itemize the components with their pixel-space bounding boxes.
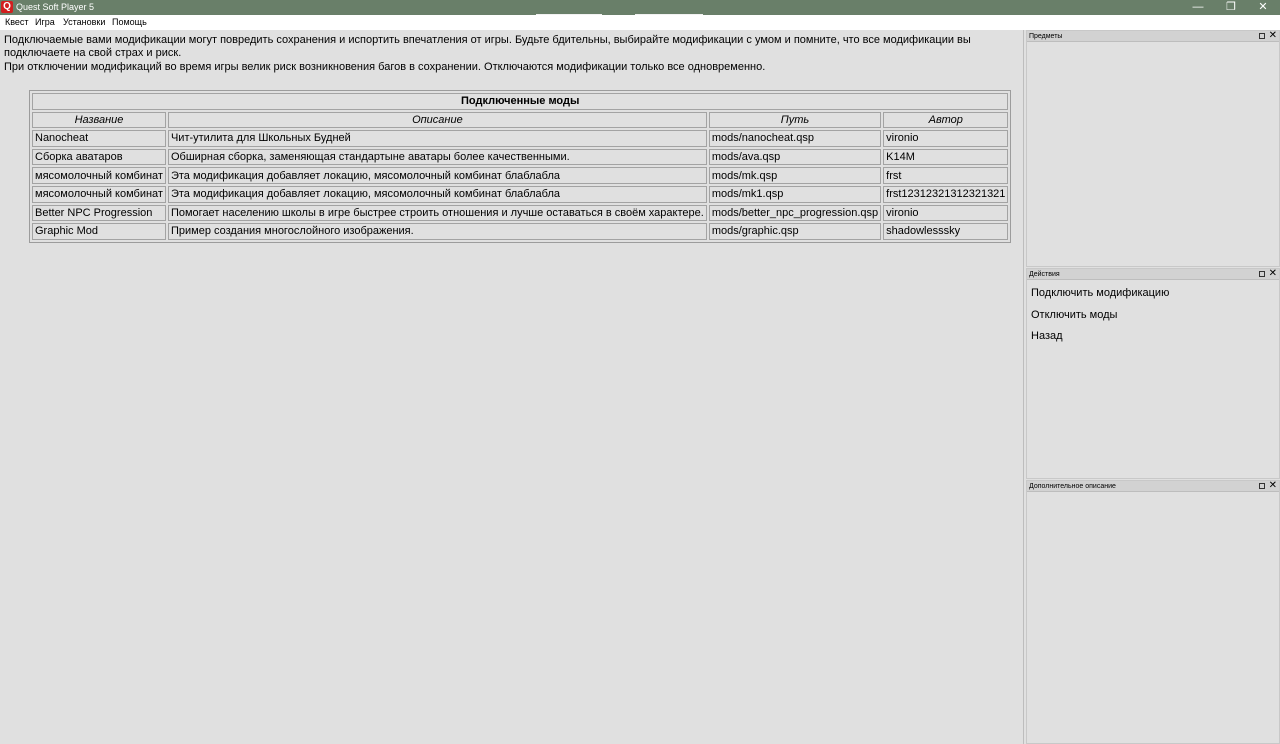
intro-paragraph: При отключении модификаций во время игры… <box>4 60 766 73</box>
action-connect-mod[interactable]: Подключить модификацию <box>1027 283 1279 305</box>
cell-author: frst <box>883 167 1009 184</box>
table-row: мясомолочный комбинат Эта модификация до… <box>32 167 1009 184</box>
cell-description: Эта модификация добавляет локацию, мясом… <box>167 167 707 184</box>
items-pane: Предметы ✕ <box>1026 30 1280 267</box>
connected-mods-table: Подключенные моды Название Описание Путь… <box>29 90 1012 243</box>
action-disable-mods[interactable]: Отключить моды <box>1027 305 1279 327</box>
cell-path: mods/graphic.qsp <box>708 223 882 240</box>
table-caption: Подключенные моды <box>32 93 1009 110</box>
cell-path: mods/better_npc_progression.qsp <box>708 204 882 222</box>
cell-path: mods/nanocheat.qsp <box>708 130 882 147</box>
cell-description: Чит-утилита для Школьных Будней <box>167 130 707 147</box>
table-row: Graphic Mod Пример создания многослойног… <box>32 223 1009 240</box>
cell-author: shadowlesssky <box>883 223 1009 240</box>
cell-path: mods/ava.qsp <box>708 148 882 166</box>
cell-name: Nanocheat <box>32 130 166 147</box>
cell-name: Graphic Mod <box>32 223 166 240</box>
extra-description-pane: Дополнительное описание ✕ <box>1026 480 1280 744</box>
close-pane-icon[interactable]: ✕ <box>1269 268 1277 279</box>
cell-name: Сборка аватаров <box>32 148 166 166</box>
table-header-row: Название Описание Путь Автор <box>32 111 1009 129</box>
close-pane-icon[interactable]: ✕ <box>1269 30 1277 41</box>
cell-description: Пример создания многослойного изображени… <box>167 223 707 240</box>
menu-help[interactable]: Помощь <box>112 15 147 30</box>
menu-bar: Квест Игра Установки Помощь <box>0 15 1280 30</box>
intro-text: Подключаемые вами модификации могут повр… <box>4 34 1004 74</box>
header-description: Описание <box>167 111 707 129</box>
table-row: Сборка аватаров Обширная сборка, заменяю… <box>32 148 1009 166</box>
cell-description: Помогает населению школы в игре быстрее … <box>167 204 707 222</box>
header-path: Путь <box>708 111 882 129</box>
actions-pane: Действия ✕ Подключить модификацию Отключ… <box>1026 268 1280 479</box>
cell-author: vironio <box>883 204 1009 222</box>
extra-pane-header: Дополнительное описание ✕ <box>1027 480 1279 492</box>
close-button[interactable]: ✕ <box>1246 0 1280 15</box>
cell-author: vironio <box>883 130 1009 147</box>
menu-game[interactable]: Игра <box>35 15 55 30</box>
cell-name: мясомолочный комбинат <box>32 167 166 184</box>
window-title: Quest Soft Player 5 <box>16 2 95 12</box>
table-row: Better NPC Progression Помогает населени… <box>32 204 1009 222</box>
items-pane-header: Предметы ✕ <box>1027 30 1279 42</box>
cell-author: frst12312321312321321 <box>883 185 1009 203</box>
header-author: Автор <box>883 111 1009 129</box>
restore-button[interactable]: ❐ <box>1214 0 1248 15</box>
cell-author: K14M <box>883 148 1009 166</box>
cell-name: Better NPC Progression <box>32 204 166 222</box>
title-bar: Q Quest Soft Player 5 — ❐ ✕ <box>0 0 1280 16</box>
float-pane-icon[interactable] <box>1259 483 1265 489</box>
table-row: мясомолочный комбинат Эта модификация до… <box>32 185 1009 203</box>
minimize-button[interactable]: — <box>1181 0 1215 15</box>
close-pane-icon[interactable]: ✕ <box>1269 480 1277 491</box>
extra-pane-title: Дополнительное описание <box>1029 483 1116 490</box>
table-row: Nanocheat Чит-утилита для Школьных Будне… <box>32 130 1009 147</box>
cell-description: Обширная сборка, заменяющая стандартыне … <box>167 148 707 166</box>
intro-paragraph: Подключаемые вами модификации могут повр… <box>4 34 971 60</box>
main-description-pane: Подключаемые вами модификации могут повр… <box>0 30 1024 744</box>
menu-quest[interactable]: Квест <box>5 15 29 30</box>
float-pane-icon[interactable] <box>1259 271 1265 277</box>
cell-name: мясомолочный комбинат <box>32 185 166 203</box>
app-logo-icon: Q <box>1 1 13 13</box>
action-back[interactable]: Назад <box>1027 326 1279 348</box>
items-pane-title: Предметы <box>1029 33 1063 40</box>
cell-path: mods/mk.qsp <box>708 167 882 184</box>
float-pane-icon[interactable] <box>1259 33 1265 39</box>
actions-list: Подключить модификацию Отключить моды На… <box>1027 280 1279 348</box>
cell-path: mods/mk1.qsp <box>708 185 882 203</box>
header-name: Название <box>32 111 166 129</box>
menu-settings[interactable]: Установки <box>63 15 105 30</box>
actions-pane-title: Действия <box>1029 271 1060 278</box>
cell-description: Эта модификация добавляет локацию, мясом… <box>167 185 707 203</box>
actions-pane-header: Действия ✕ <box>1027 268 1279 280</box>
